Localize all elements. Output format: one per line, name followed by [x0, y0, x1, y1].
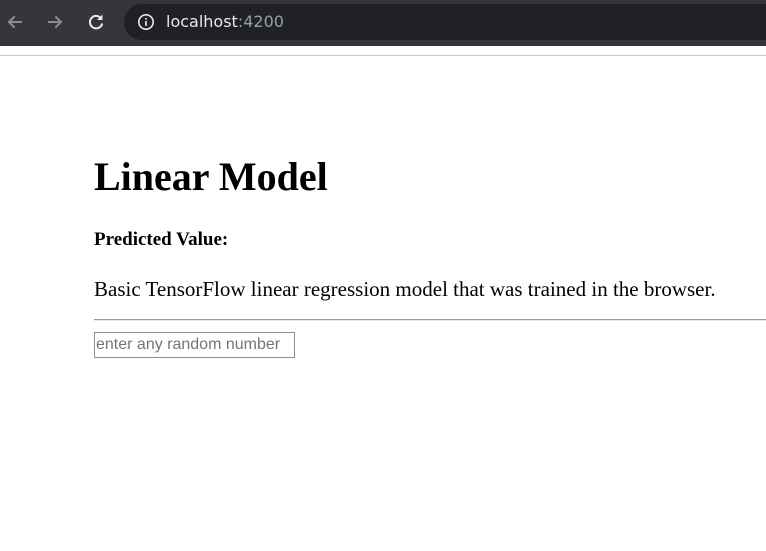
page-description: Basic TensorFlow linear regression model… — [94, 277, 716, 301]
reload-button[interactable] — [83, 9, 109, 35]
predicted-value-label: Predicted Value: — [94, 229, 229, 250]
divider — [0, 55, 766, 56]
address-bar[interactable]: localhost:4200 — [124, 4, 766, 40]
info-icon[interactable] — [137, 13, 155, 31]
browser-toolbar: localhost:4200 — [0, 0, 766, 46]
reload-icon — [88, 14, 104, 30]
horizontal-rule — [94, 319, 766, 321]
arrow-right-icon — [48, 15, 63, 29]
url-port: :4200 — [237, 12, 284, 31]
url-text[interactable]: localhost:4200 — [166, 11, 284, 33]
forward-button[interactable] — [42, 9, 68, 35]
arrow-left-icon — [7, 15, 22, 29]
url-host: localhost — [166, 12, 238, 31]
page-title: Linear Model — [94, 154, 328, 199]
back-button[interactable] — [2, 9, 28, 35]
number-input[interactable] — [94, 332, 295, 358]
